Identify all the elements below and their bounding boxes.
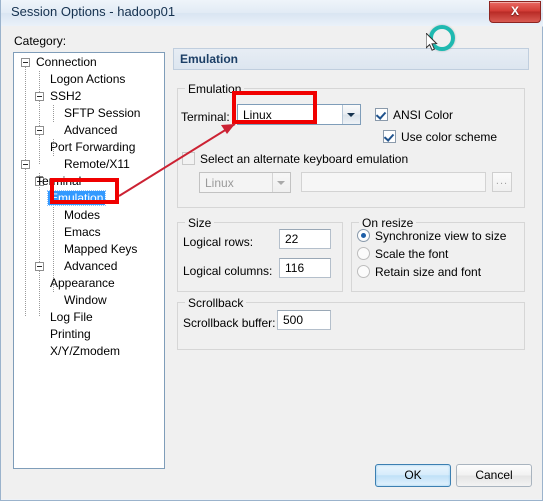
tree-connector xyxy=(39,173,40,317)
browse-button[interactable]: ... xyxy=(492,172,512,192)
category-tree[interactable]: Connection Logon Actions SSH2 SFTP Sessi… xyxy=(13,52,165,469)
logical-columns-label: Logical columns: xyxy=(183,264,273,278)
tree-item-emulation[interactable]: Emulation xyxy=(46,190,107,207)
tree-item-window[interactable]: Window xyxy=(62,292,109,309)
tree-item-printing[interactable]: Printing xyxy=(48,326,93,343)
tree-connector xyxy=(25,61,26,317)
close-button[interactable]: X xyxy=(489,1,541,23)
tree-item-terminal[interactable]: Terminal xyxy=(34,173,83,190)
radio-synchronize-view[interactable] xyxy=(357,229,370,242)
alternate-keyboard-combo[interactable]: Linux xyxy=(199,172,291,193)
alternate-keyboard-label: Select an alternate keyboard emulation xyxy=(200,152,409,166)
alternate-keyboard-checkbox[interactable] xyxy=(182,152,195,165)
radio-retain-size-font[interactable] xyxy=(357,265,370,278)
alternate-keyboard-combo-button[interactable] xyxy=(272,173,290,192)
chevron-down-icon xyxy=(347,113,355,117)
category-label: Category: xyxy=(14,34,67,48)
tree-connector xyxy=(39,71,40,164)
alternate-keyboard-path-input[interactable] xyxy=(301,172,486,192)
ansi-color-checkbox[interactable] xyxy=(375,108,388,121)
tree-item-remote-x11[interactable]: Remote/X11 xyxy=(62,156,132,173)
logical-rows-value: 22 xyxy=(285,232,299,246)
panel-header: Emulation xyxy=(173,48,529,70)
tree-item-ssh2-advanced[interactable]: Advanced xyxy=(62,122,119,139)
tree-item-terminal-advanced[interactable]: Advanced xyxy=(62,258,119,275)
terminal-combo[interactable]: Linux xyxy=(237,104,361,125)
tree-expander-terminal[interactable] xyxy=(21,160,30,169)
radio-scale-font-label: Scale the font xyxy=(375,247,449,261)
on-resize-group-title: On resize xyxy=(359,216,417,230)
tree-item-log-file[interactable]: Log File xyxy=(48,309,95,326)
panel-title: Emulation xyxy=(180,52,239,66)
ansi-color-label: ANSI Color xyxy=(393,108,454,122)
tree-expander-connection[interactable] xyxy=(21,58,30,67)
tree-item-modes[interactable]: Modes xyxy=(62,207,102,224)
window-title: Session Options - hadoop01 xyxy=(11,4,176,19)
close-icon: X xyxy=(510,4,519,18)
terminal-combo-value: Linux xyxy=(243,108,272,122)
chevron-down-icon xyxy=(277,181,285,185)
tree-item-sftp-session[interactable]: SFTP Session xyxy=(62,105,142,122)
tree-expander-appearance[interactable] xyxy=(35,262,44,271)
mouse-cursor-icon xyxy=(426,33,438,51)
use-color-scheme-label: Use color scheme xyxy=(401,130,498,144)
cancel-button[interactable]: Cancel xyxy=(456,464,532,487)
tree-item-logon-actions[interactable]: Logon Actions xyxy=(48,71,127,88)
ok-button[interactable]: OK xyxy=(375,464,451,487)
radio-synchronize-view-label: Synchronize view to size xyxy=(375,229,507,243)
terminal-combo-button[interactable] xyxy=(342,105,360,124)
dialog-client-area: Category: Connection Logon Actions SSH2 … xyxy=(1,26,542,499)
scrollback-group-title: Scrollback xyxy=(185,296,247,310)
tree-expander-port-forwarding[interactable] xyxy=(35,126,44,135)
tree-item-connection[interactable]: Connection xyxy=(34,54,99,71)
scrollback-buffer-input[interactable]: 500 xyxy=(277,310,331,330)
alternate-keyboard-combo-value: Linux xyxy=(205,176,234,190)
tree-connector xyxy=(53,207,54,276)
tree-item-port-forwarding[interactable]: Port Forwarding xyxy=(48,139,137,156)
emulation-group-title: Emulation xyxy=(185,82,245,96)
terminal-label: Terminal: xyxy=(181,110,230,124)
logical-columns-value: 116 xyxy=(285,261,305,275)
scrollback-buffer-value: 500 xyxy=(283,313,304,327)
logical-rows-input[interactable]: 22 xyxy=(279,229,331,249)
logical-columns-input[interactable]: 116 xyxy=(279,258,331,278)
tree-item-xyzmodem[interactable]: X/Y/Zmodem xyxy=(48,343,122,360)
session-options-dialog: Session Options - hadoop01 X Category: C xyxy=(0,0,543,501)
radio-scale-font[interactable] xyxy=(357,247,370,260)
tree-item-ssh2[interactable]: SSH2 xyxy=(48,88,83,105)
size-group-title: Size xyxy=(185,216,215,230)
scrollback-buffer-label: Scrollback buffer: xyxy=(183,316,276,330)
tree-item-mapped-keys[interactable]: Mapped Keys xyxy=(62,241,139,258)
title-bar: Session Options - hadoop01 X xyxy=(1,0,543,27)
use-color-scheme-checkbox[interactable] xyxy=(383,130,396,143)
logical-rows-label: Logical rows: xyxy=(183,235,254,249)
tree-expander-ssh2[interactable] xyxy=(35,92,44,101)
radio-retain-size-font-label: Retain size and font xyxy=(375,265,482,279)
tree-item-appearance[interactable]: Appearance xyxy=(48,275,117,292)
tree-connector xyxy=(53,105,54,123)
tree-item-emacs[interactable]: Emacs xyxy=(62,224,103,241)
